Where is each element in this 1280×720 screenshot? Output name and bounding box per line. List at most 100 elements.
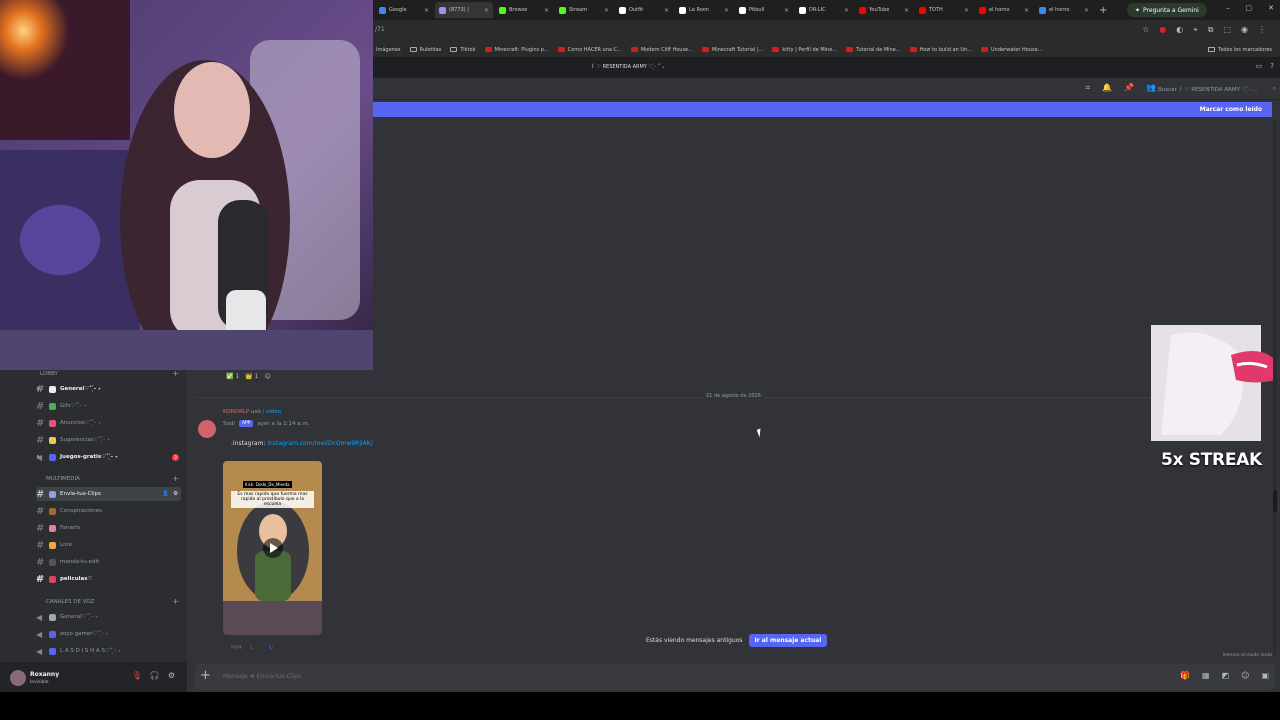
menu-icon[interactable]: ⋮ (1258, 25, 1266, 35)
mark-as-read-button[interactable]: Marcar como leído (1200, 106, 1262, 113)
channel-lore[interactable]: # Lore (36, 538, 181, 552)
author-name[interactable]: Sodi (223, 421, 235, 427)
reload-icon[interactable]: ↻ (269, 645, 273, 651)
close-tab-icon[interactable]: ✕ (424, 7, 429, 14)
channel-fanarts[interactable]: # Fanarts (36, 521, 181, 535)
close-tab-icon[interactable]: ✕ (544, 7, 549, 14)
message-composer[interactable]: + Mensaje # Envia-tus-Clips 🎁 ▦ ◩ ☺ ▣ (195, 664, 1275, 690)
voice-channel-zoyo-gamer[interactable]: ◀ zoyo gamer♡˚ ̖́- ₊ (36, 627, 181, 641)
bookmark-item[interactable]: Underwater House... (981, 47, 1042, 53)
apps-icon[interactable]: ▣ (1261, 671, 1269, 680)
add-channel-icon[interactable]: + (172, 369, 179, 378)
close-tab-icon[interactable]: ✕ (904, 7, 909, 14)
browser-tab[interactable]: Stream ✕ (555, 2, 613, 18)
channel-envia-tus-clips[interactable]: # Envia-tus-Clips 👤 ⚙ (36, 487, 181, 501)
channel-gifs[interactable]: # Gifs♡˚ ̖́- ₊ (36, 399, 181, 413)
bookmark-item[interactable]: Minecraft Tutorial |... (701, 47, 763, 53)
help-icon[interactable]: ? (1270, 62, 1274, 70)
bookmark-item[interactable]: Como HACER una C... (557, 47, 622, 53)
add-member-icon[interactable]: 👤 (162, 491, 169, 497)
add-channel-icon[interactable]: + (172, 597, 179, 606)
close-window-button[interactable]: ✕ (1268, 4, 1274, 12)
notifications-bell-icon[interactable]: 🔔 (1102, 83, 1112, 93)
scrollbar-thumb[interactable] (1273, 490, 1277, 512)
new-tab-button[interactable]: + (1099, 5, 1107, 16)
bookmark-item[interactable]: Tiktok (450, 47, 476, 53)
profile-icon[interactable]: ◉ (1241, 25, 1248, 35)
bookmark-item[interactable]: Modern Cliff House... (630, 47, 693, 53)
threads-icon[interactable]: ⌗ (1086, 83, 1091, 93)
pin-icon[interactable]: ⌖ (1193, 25, 1198, 35)
headphones-icon[interactable]: 🎧 (150, 671, 160, 680)
gift-icon[interactable]: 🎁 (1180, 671, 1190, 680)
channel-sugerencias[interactable]: # Sugerencias♡˚ ̖́- ₊ (36, 433, 181, 447)
bookmark-item[interactable]: Ruletitas (409, 47, 441, 53)
category-lobby[interactable]: LOBBY (40, 371, 58, 377)
gemini-button[interactable]: ✦ Pregunta a Gemini (1127, 3, 1207, 17)
browser-tab[interactable]: el horno ✕ (1035, 2, 1093, 18)
close-tab-icon[interactable]: ✕ (724, 7, 729, 14)
channel-manda-tu-edit[interactable]: # manda-tu-edit (36, 555, 181, 569)
channel-conspiraciones[interactable]: # Conspiraciones (36, 504, 181, 518)
minimize-button[interactable]: – (1226, 4, 1230, 12)
search-input[interactable]: Buscar ꒰ ♡ RESENTIDA ARMY ♡ ̖́- ... ⌕ (1158, 83, 1276, 95)
browser-tab[interactable]: DR-LIC ✕ (795, 2, 853, 18)
browser-tab[interactable]: (8773) | ✕ (435, 2, 493, 18)
browser-tab[interactable]: La Roon ✕ (675, 2, 733, 18)
close-tab-icon[interactable]: ✕ (844, 7, 849, 14)
channel-juegos-gratis[interactable]: ◀ Juegos-gratis♡˚ ̖́- ₊ (36, 450, 181, 464)
emoji-icon[interactable]: ☺ (1241, 671, 1249, 680)
voice-channel-lasdishas[interactable]: ◀ L A S D I S H A S♡˚ ̖́- ₊ (36, 644, 181, 658)
extensions-icon[interactable]: ⬚ (1223, 25, 1231, 35)
close-tab-icon[interactable]: ✕ (1024, 7, 1029, 14)
voice-channel-general[interactable]: ◀ General♡˚ ̖́- ₊ (36, 610, 181, 624)
browser-tab[interactable]: el horno ✕ (975, 2, 1033, 18)
new-messages-bar[interactable]: Marcar como leído (373, 102, 1272, 117)
category-multimedia[interactable]: MULTIMEDIA (46, 476, 80, 482)
mute-microphone-icon[interactable]: 🎙 (132, 671, 142, 680)
browser-tab[interactable]: Browse ✕ (495, 2, 553, 18)
attach-plus-icon[interactable]: + (200, 668, 211, 683)
settings-gear-icon[interactable]: ⚙ (168, 671, 175, 680)
close-tab-icon[interactable]: ✕ (784, 7, 789, 14)
maximize-button[interactable]: ▢ (1246, 4, 1253, 12)
browser-tab[interactable]: Outfit ✕ (615, 2, 673, 18)
add-reaction-icon[interactable]: ☺ (264, 373, 270, 380)
settings-gear-icon[interactable]: ⚙ (173, 491, 178, 497)
inbox-icon[interactable]: ▭ (1256, 62, 1263, 70)
author-avatar[interactable] (198, 420, 216, 438)
reply-username[interactable]: KONORLP (223, 409, 249, 415)
download-icon[interactable]: ⇩ (249, 645, 253, 651)
channel-general[interactable]: # General♡˚ ̖́- ₊ (36, 382, 181, 396)
close-tab-icon[interactable]: ✕ (664, 7, 669, 14)
add-channel-icon[interactable]: + (172, 474, 179, 483)
sticker-icon[interactable]: ◩ (1222, 671, 1230, 680)
channel-peliculas[interactable]: # peliculas♡ (36, 572, 181, 586)
screenshot-icon[interactable]: ⧉ (1208, 25, 1214, 35)
bookmark-item[interactable]: Minecraft: Plugins p... (484, 47, 549, 53)
bookmark-item[interactable]: Imágenes (376, 47, 401, 53)
member-list-icon[interactable]: 👥 (1146, 83, 1156, 93)
bookmark-item[interactable]: kitty | Perfil de Mine... (772, 47, 837, 53)
message-link[interactable]: instagram.com/reel/DcOmw9RjiAK/ (267, 440, 372, 447)
extension-icon[interactable]: ◐ (1176, 25, 1183, 35)
pinned-messages-icon[interactable]: 📌 (1124, 83, 1134, 93)
all-bookmarks[interactable]: Todos los marcadores (1208, 47, 1272, 53)
reaction-crown[interactable]: 👑 1 (245, 373, 258, 380)
bookmark-item[interactable]: Tutorial de Mine... (846, 47, 901, 53)
category-voice[interactable]: CANALES DE VOZ (46, 599, 94, 605)
browser-tab[interactable]: Google ✕ (375, 2, 433, 18)
bookmark-item[interactable]: How to build an Un... (909, 47, 972, 53)
reply-command[interactable]: / video (263, 409, 282, 415)
close-tab-icon[interactable]: ✕ (604, 7, 609, 14)
close-tab-icon[interactable]: ✕ (964, 7, 969, 14)
jump-to-present-button[interactable]: Ir al mensaje actual (748, 634, 828, 647)
close-tab-icon[interactable]: ✕ (484, 7, 489, 14)
browser-tab[interactable]: Pitbull ✕ (735, 2, 793, 18)
channel-anuncios[interactable]: # Anuncios♡˚ ̖́- ₊ (36, 416, 181, 430)
avatar[interactable] (10, 670, 26, 686)
video-embed[interactable]: Kick: Dodo_De_Mierda Es mas rapido que f… (223, 461, 322, 635)
browser-tab[interactable]: TOTH ✕ (915, 2, 973, 18)
opera-icon[interactable]: ● (1159, 25, 1166, 35)
gif-icon[interactable]: ▦ (1202, 671, 1210, 680)
